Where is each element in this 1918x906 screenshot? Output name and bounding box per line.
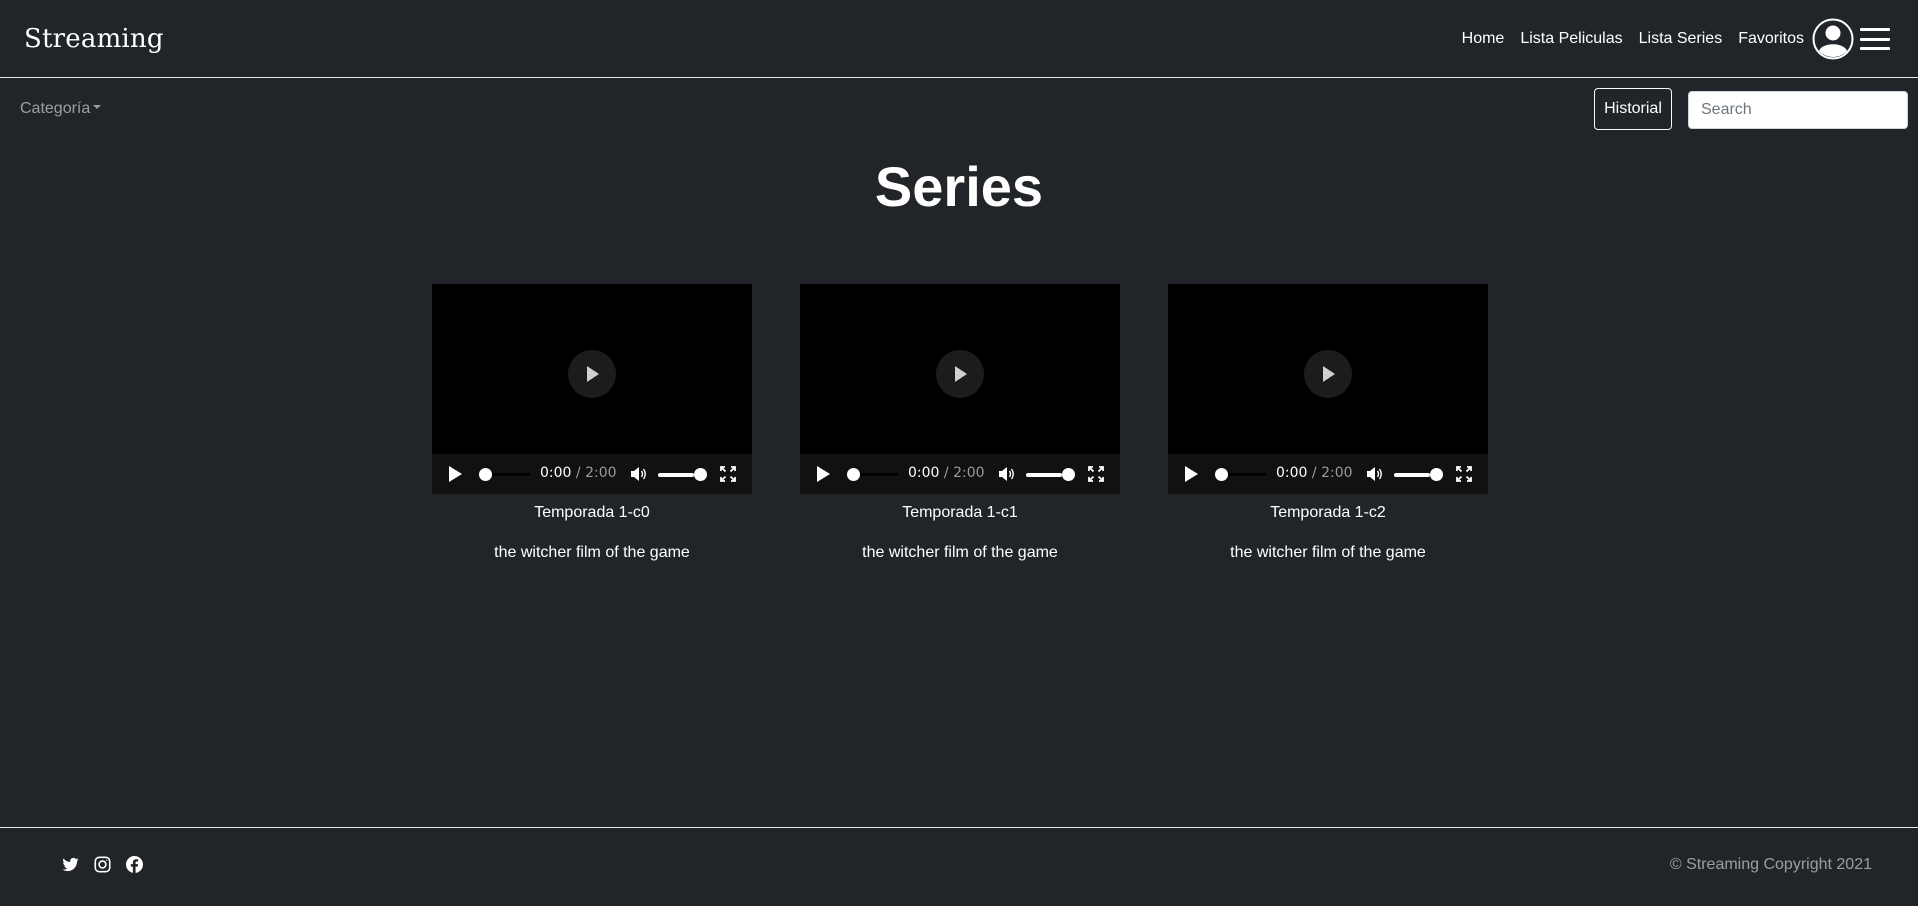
big-play-button[interactable] xyxy=(936,350,984,398)
copyright-text: © Streaming Copyright 2021 xyxy=(1669,856,1872,873)
user-circle-icon[interactable] xyxy=(1812,18,1854,60)
play-icon xyxy=(955,366,967,382)
big-play-button[interactable] xyxy=(1304,350,1352,398)
time-display: 0:00 / 2:00 xyxy=(1276,465,1353,481)
current-time: 0:00 xyxy=(1276,465,1308,481)
twitter-icon[interactable] xyxy=(62,856,79,873)
search-input[interactable] xyxy=(1688,91,1908,129)
video-description: the witcher film of the game xyxy=(1230,544,1426,561)
video-title: Temporada 1-c1 xyxy=(902,504,1018,521)
fullscreen-icon[interactable] xyxy=(720,466,736,487)
progress-knob[interactable] xyxy=(847,468,860,481)
history-button[interactable]: Historial xyxy=(1594,88,1672,130)
play-icon xyxy=(1323,366,1335,382)
category-dropdown[interactable]: Categoría xyxy=(20,100,102,118)
current-time: 0:00 xyxy=(908,465,940,481)
video-card: 0:00 / 2:00 Temporada 1-c2 the witcher f… xyxy=(1168,284,1488,562)
nav-link-lista-peliculas[interactable]: Lista Peliculas xyxy=(1520,30,1622,48)
page-title: Series xyxy=(874,155,1044,218)
video-title: Temporada 1-c2 xyxy=(1270,504,1386,521)
play-icon[interactable] xyxy=(816,466,830,487)
video-controls: 0:00 / 2:00 xyxy=(800,454,1120,494)
instagram-icon[interactable] xyxy=(94,856,111,873)
volume-knob[interactable] xyxy=(1430,468,1443,481)
category-label: Categoría xyxy=(20,100,91,117)
volume-knob[interactable] xyxy=(694,468,707,481)
video-controls: 0:00 / 2:00 xyxy=(432,454,752,494)
duration: 2:00 xyxy=(953,465,985,481)
nav-link-favoritos[interactable]: Favoritos xyxy=(1738,30,1804,48)
volume-icon[interactable] xyxy=(998,466,1016,487)
nav-link-lista-series[interactable]: Lista Series xyxy=(1639,30,1723,48)
current-time: 0:00 xyxy=(540,465,572,481)
volume-slider[interactable] xyxy=(658,473,694,477)
video-player[interactable]: 0:00 / 2:00 xyxy=(432,284,752,494)
video-player[interactable]: 0:00 / 2:00 xyxy=(800,284,1120,494)
volume-slider[interactable] xyxy=(1026,473,1062,477)
duration: 2:00 xyxy=(1321,465,1353,481)
video-card: 0:00 / 2:00 Temporada 1-c0 the witcher f… xyxy=(432,284,752,562)
play-icon[interactable] xyxy=(448,466,462,487)
nav-links: Home Lista Peliculas Lista Series Favori… xyxy=(1446,18,1890,60)
volume-icon[interactable] xyxy=(630,466,648,487)
play-icon[interactable] xyxy=(1184,466,1198,487)
volume-knob[interactable] xyxy=(1062,468,1075,481)
volume-icon[interactable] xyxy=(1366,466,1384,487)
big-play-button[interactable] xyxy=(568,350,616,398)
top-navbar: Streaming Home Lista Peliculas Lista Ser… xyxy=(0,0,1918,78)
fullscreen-icon[interactable] xyxy=(1456,466,1472,487)
time-display: 0:00 / 2:00 xyxy=(540,465,617,481)
secondary-bar: Categoría Historial xyxy=(0,79,1918,141)
progress-knob[interactable] xyxy=(1215,468,1228,481)
caret-down-icon xyxy=(93,104,102,109)
video-title: Temporada 1-c0 xyxy=(534,504,650,521)
footer: © Streaming Copyright 2021 xyxy=(0,827,1918,906)
social-links xyxy=(62,856,143,873)
volume-slider[interactable] xyxy=(1394,473,1430,477)
video-card: 0:00 / 2:00 Temporada 1-c1 the witcher f… xyxy=(800,284,1120,562)
nav-link-home[interactable]: Home xyxy=(1462,30,1505,48)
play-icon xyxy=(587,366,599,382)
video-description: the witcher film of the game xyxy=(494,544,690,561)
hamburger-menu-icon[interactable] xyxy=(1860,26,1890,52)
time-display: 0:00 / 2:00 xyxy=(908,465,985,481)
video-controls: 0:00 / 2:00 xyxy=(1168,454,1488,494)
video-player[interactable]: 0:00 / 2:00 xyxy=(1168,284,1488,494)
facebook-icon[interactable] xyxy=(126,856,143,873)
brand-logo[interactable]: Streaming xyxy=(24,24,164,54)
progress-knob[interactable] xyxy=(479,468,492,481)
duration: 2:00 xyxy=(585,465,617,481)
fullscreen-icon[interactable] xyxy=(1088,466,1104,487)
video-description: the witcher film of the game xyxy=(862,544,1058,561)
